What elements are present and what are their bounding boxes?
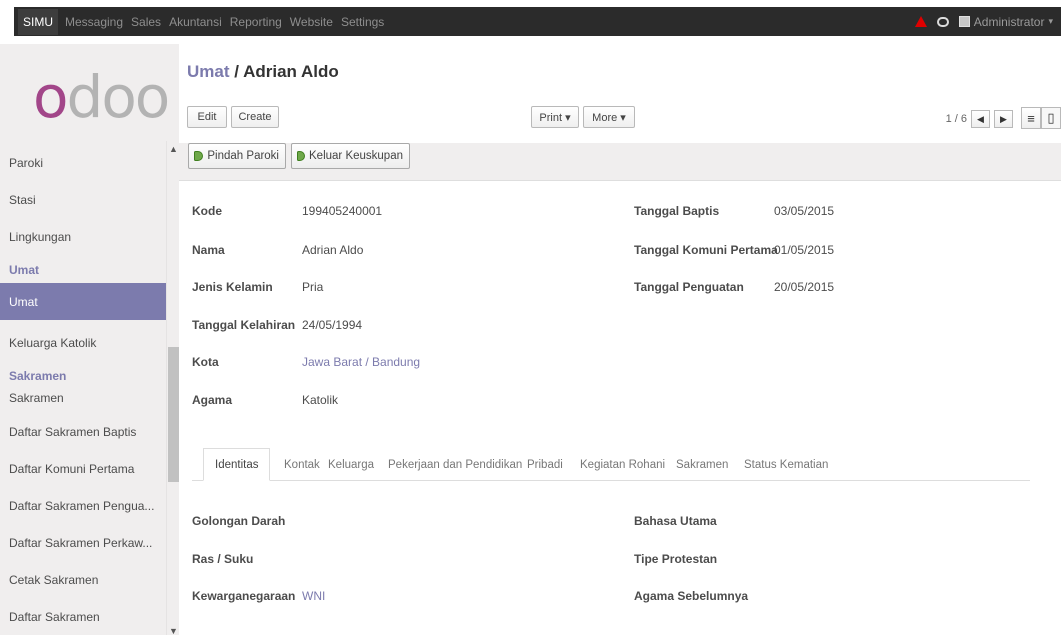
field-value-tanggal-baptis: 03/05/2015: [774, 204, 835, 218]
field-label-ras-suku: Ras / Suku: [192, 552, 254, 566]
top-menu: SIMU Messaging Sales Akuntansi Reporting…: [14, 7, 1061, 36]
field-value-tanggal-komuni: 01/05/2015: [774, 243, 835, 257]
sidebar: odoo Paroki Stasi Lingkungan Umat Umat K…: [0, 44, 179, 635]
breadcrumb-parent[interactable]: Umat: [187, 62, 230, 81]
topbar-right: Administrator ▾: [914, 7, 1053, 36]
scroll-down-icon[interactable]: ▼: [169, 626, 178, 635]
field-label-jenis-kelamin: Jenis Kelamin: [192, 280, 273, 294]
keluar-keuskupan-button[interactable]: Keluar Keuskupan: [291, 143, 410, 169]
pager: 1 / 6 ◀ ▶: [946, 110, 1013, 128]
field-label-golongan-darah: Golongan Darah: [192, 514, 286, 528]
tab-pekerjaan-pendidikan[interactable]: Pekerjaan dan Pendidikan: [388, 448, 522, 481]
user-name: Administrator: [973, 14, 1045, 29]
odoo-logo[interactable]: odoo: [33, 68, 170, 126]
field-label-tanggal-komuni: Tanggal Komuni Pertama: [634, 243, 778, 257]
sidebar-item-daftar-perkawinan[interactable]: Daftar Sakramen Perkaw...: [0, 524, 166, 561]
field-value-nama: Adrian Aldo: [302, 243, 364, 257]
top-navbar: SIMU Messaging Sales Akuntansi Reporting…: [0, 0, 1061, 44]
tab-sakramen[interactable]: Sakramen: [676, 448, 728, 481]
avatar: [958, 16, 970, 27]
sidebar-heading-sakramen: Sakramen: [9, 369, 67, 383]
field-label-kode: Kode: [192, 204, 222, 218]
field-label-bahasa-utama: Bahasa Utama: [634, 514, 717, 528]
sidebar-item-keluarga-katolik[interactable]: Keluarga Katolik: [0, 324, 166, 361]
scrollbar-thumb[interactable]: [168, 347, 179, 482]
pindah-paroki-button[interactable]: Pindah Paroki: [188, 143, 286, 169]
list-view-icon[interactable]: ≡: [1021, 107, 1041, 129]
action-bar: Pindah Paroki Keluar Keuskupan: [179, 143, 1061, 181]
more-button[interactable]: More ▾: [583, 106, 635, 128]
move-icon: [194, 151, 204, 161]
create-button[interactable]: Create: [231, 106, 279, 128]
form-view-icon[interactable]: ▯: [1041, 107, 1061, 129]
field-value-kota-link[interactable]: Jawa Barat / Bandung: [302, 355, 420, 369]
user-menu[interactable]: Administrator ▾: [958, 14, 1053, 29]
field-label-nama: Nama: [192, 243, 225, 257]
field-value-tanggal-kelahiran: 24/05/1994: [302, 318, 363, 332]
sidebar-heading-umat: Umat: [9, 263, 40, 277]
field-value-kewarganegaraan-link[interactable]: WNI: [302, 589, 325, 603]
notebook-tabs: Identitas Kontak Keluarga Pekerjaan dan …: [192, 448, 1030, 481]
chevron-down-icon: ▾: [1048, 16, 1053, 26]
menu-settings[interactable]: Settings: [340, 15, 385, 29]
menu-reporting[interactable]: Reporting: [229, 15, 283, 29]
previous-icon[interactable]: ◀: [971, 110, 990, 128]
field-label-tanggal-kelahiran: Tanggal Kelahiran: [192, 318, 296, 332]
edit-button[interactable]: Edit: [187, 106, 227, 128]
field-label-agama-sebelumnya: Agama Sebelumnya: [634, 589, 749, 603]
field-label-tipe-protestan: Tipe Protestan: [634, 552, 718, 566]
main-content: Umat / Adrian Aldo Edit Create Print ▾ M…: [179, 44, 1061, 635]
sidebar-item-umat[interactable]: Umat: [0, 283, 166, 320]
sidebar-scrollbar[interactable]: ▲ ▼: [166, 141, 179, 635]
sidebar-item-sakramen[interactable]: Sakramen: [0, 383, 166, 413]
field-label-kota: Kota: [192, 355, 219, 369]
menu-website[interactable]: Website: [289, 15, 334, 29]
tab-kontak[interactable]: Kontak: [284, 448, 320, 481]
tab-status-kematian[interactable]: Status Kematian: [744, 448, 828, 481]
scroll-up-icon[interactable]: ▲: [169, 144, 178, 154]
tab-pribadi[interactable]: Pribadi: [527, 448, 563, 481]
sidebar-menu: Paroki Stasi Lingkungan Umat Umat Keluar…: [0, 144, 166, 635]
sidebar-item-daftar-penguatan[interactable]: Daftar Sakramen Pengua...: [0, 487, 166, 524]
tab-identitas[interactable]: Identitas: [203, 448, 271, 481]
tab-keluarga[interactable]: Keluarga: [328, 448, 374, 481]
sidebar-item-daftar-komuni[interactable]: Daftar Komuni Pertama: [0, 450, 166, 487]
print-button[interactable]: Print ▾: [531, 106, 579, 128]
next-icon[interactable]: ▶: [994, 110, 1013, 128]
menu-messaging[interactable]: Messaging: [64, 15, 124, 29]
sidebar-item-paroki[interactable]: Paroki: [0, 144, 166, 181]
field-label-agama: Agama: [192, 393, 233, 407]
field-value-kode: 199405240001: [302, 204, 383, 218]
field-value-tanggal-penguatan: 20/05/2015: [774, 280, 835, 294]
menu-sales[interactable]: Sales: [130, 15, 162, 29]
field-label-tanggal-baptis: Tanggal Baptis: [634, 204, 720, 218]
sidebar-item-cetak-sakramen[interactable]: Cetak Sakramen: [0, 561, 166, 598]
breadcrumb: Umat / Adrian Aldo: [187, 62, 339, 81]
sidebar-item-daftar-sakramen[interactable]: Daftar Sakramen: [0, 598, 166, 635]
tab-kegiatan-rohani[interactable]: Kegiatan Rohani: [580, 448, 665, 481]
exit-icon: [297, 151, 306, 161]
sidebar-item-daftar-baptis[interactable]: Daftar Sakramen Baptis: [0, 413, 166, 450]
menu-akuntansi[interactable]: Akuntansi: [168, 15, 223, 29]
menu-simu[interactable]: SIMU: [18, 8, 58, 35]
warning-icon[interactable]: [914, 16, 927, 27]
chat-icon[interactable]: [936, 16, 949, 27]
sidebar-item-lingkungan[interactable]: Lingkungan: [0, 218, 166, 255]
pager-value[interactable]: 1 / 6: [946, 113, 967, 125]
field-value-agama: Katolik: [302, 393, 339, 407]
field-label-tanggal-penguatan: Tanggal Penguatan: [634, 280, 744, 294]
view-switcher: ≡ ▯: [1021, 107, 1061, 129]
field-value-jenis-kelamin: Pria: [302, 280, 324, 294]
breadcrumb-current: Adrian Aldo: [243, 62, 339, 81]
sidebar-item-stasi[interactable]: Stasi: [0, 181, 166, 218]
field-label-kewarganegaraan: Kewarganegaraan: [192, 589, 296, 603]
